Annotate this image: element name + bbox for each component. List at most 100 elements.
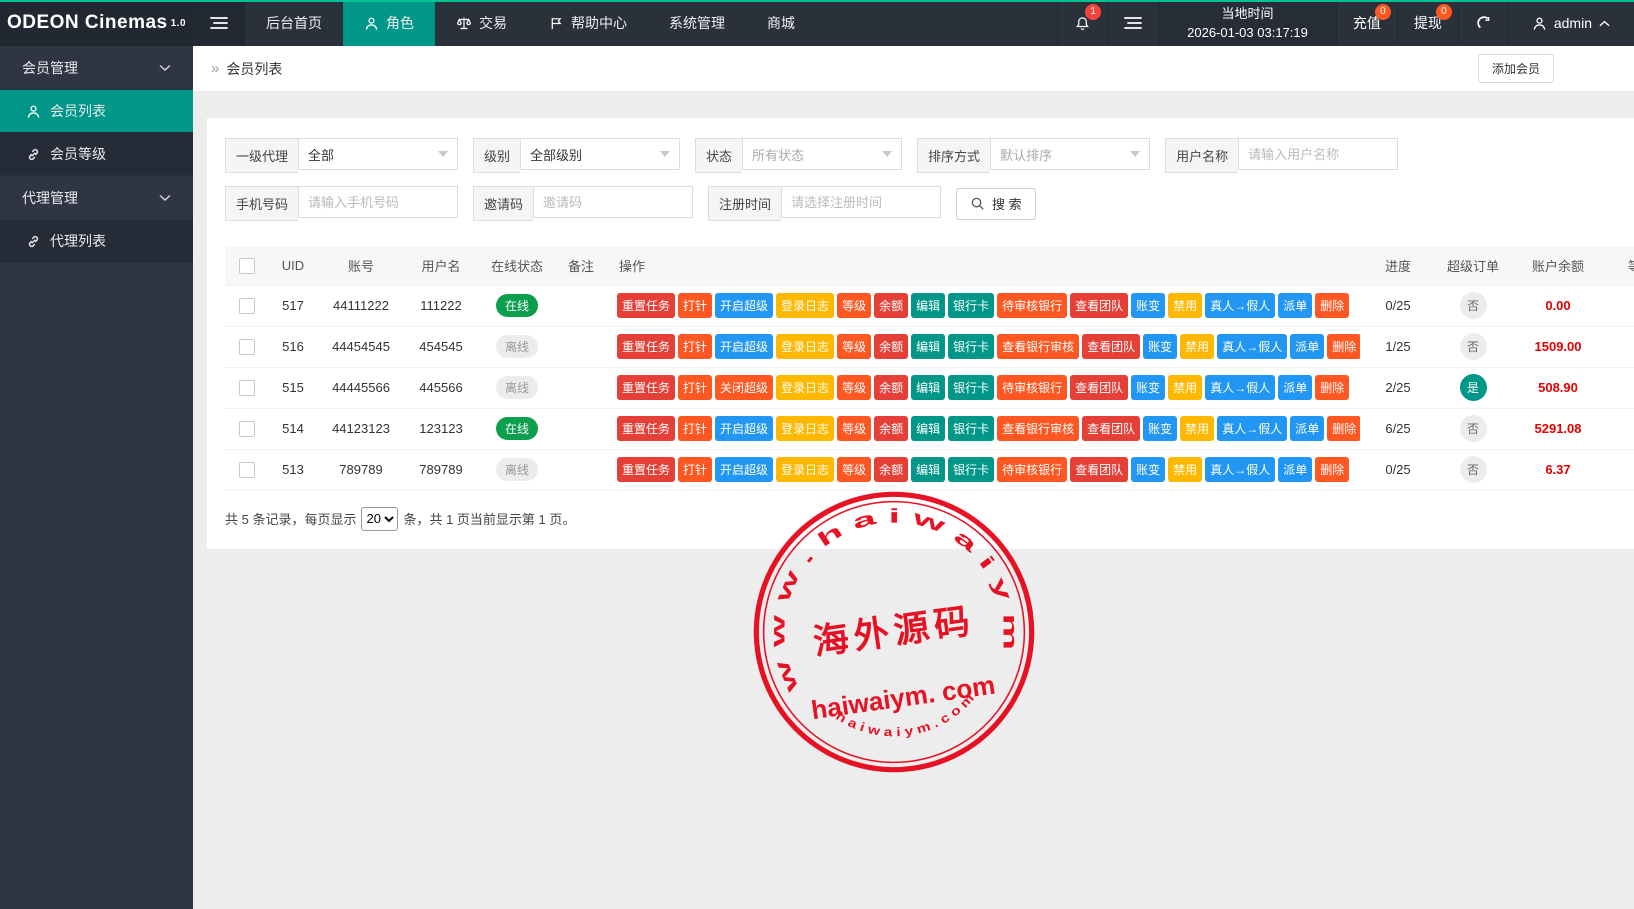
action-button[interactable]: 查看团队 [1070,457,1128,482]
action-button[interactable]: 禁用 [1180,334,1214,359]
action-button[interactable]: 重置任务 [617,375,675,400]
action-button[interactable]: 查看银行审核 [997,416,1079,441]
action-button[interactable]: 编辑 [911,416,945,441]
action-button[interactable]: 重置任务 [617,416,675,441]
action-button[interactable]: 开启超级 [715,293,773,318]
action-button[interactable]: 打针 [678,293,712,318]
action-button[interactable]: 开启超级 [715,457,773,482]
action-button[interactable]: 余额 [874,375,908,400]
action-button[interactable]: 余额 [874,334,908,359]
action-button[interactable]: 等级 [837,334,871,359]
sidebar-item-member-list[interactable]: 会员列表 [0,90,193,133]
action-button[interactable]: 余额 [874,293,908,318]
row-checkbox[interactable] [239,298,255,314]
action-button[interactable]: 登录日志 [776,375,834,400]
register-time-input[interactable] [781,186,941,218]
action-button[interactable]: 派单 [1290,416,1324,441]
action-button[interactable]: 开启超级 [715,334,773,359]
action-button[interactable]: 编辑 [911,457,945,482]
action-button[interactable]: 删除 [1327,416,1360,441]
phone-input[interactable] [298,186,458,218]
sidebar-group-agent-management[interactable]: 代理管理 [0,176,193,220]
action-button[interactable]: 银行卡 [948,457,994,482]
nav-item-transactions[interactable]: 交易 [435,0,528,46]
action-button[interactable]: 删除 [1315,375,1349,400]
action-button[interactable]: 等级 [837,416,871,441]
withdraw-button[interactable]: 提现 0 [1397,0,1458,46]
action-button[interactable]: 账变 [1143,416,1177,441]
action-button[interactable]: 登录日志 [776,334,834,359]
refresh-button[interactable] [1458,0,1507,46]
action-button[interactable]: 禁用 [1168,293,1202,318]
action-button[interactable]: 打针 [678,416,712,441]
invite-code-input[interactable] [533,186,693,218]
nav-item-dashboard[interactable]: 后台首页 [245,0,343,46]
recharge-button[interactable]: 充值 0 [1336,0,1397,46]
action-button[interactable]: 派单 [1278,457,1312,482]
action-button[interactable]: 派单 [1290,334,1324,359]
action-button[interactable]: 编辑 [911,375,945,400]
list-menu-button[interactable] [1107,0,1158,46]
sidebar-item-agent-list[interactable]: 代理列表 [0,220,193,263]
sidebar-group-member-management[interactable]: 会员管理 [0,46,193,90]
action-button[interactable]: 派单 [1278,293,1312,318]
notifications-button[interactable]: 1 [1057,0,1107,46]
action-button[interactable]: 重置任务 [617,457,675,482]
action-button[interactable]: 登录日志 [776,293,834,318]
action-button[interactable]: 开启超级 [715,416,773,441]
add-member-button[interactable]: 添加会员 [1478,54,1554,83]
action-button[interactable]: 编辑 [911,334,945,359]
username-input[interactable] [1238,138,1398,170]
action-button[interactable]: 真人→假人 [1205,457,1275,482]
action-button[interactable]: 等级 [837,293,871,318]
action-button[interactable]: 重置任务 [617,334,675,359]
row-checkbox[interactable] [239,421,255,437]
action-button[interactable]: 查看团队 [1082,334,1140,359]
first-agent-select[interactable]: 全部 [298,138,458,170]
sidebar-item-member-level[interactable]: 会员等级 [0,133,193,176]
action-button[interactable]: 真人→假人 [1205,375,1275,400]
action-button[interactable]: 查看银行审核 [997,334,1079,359]
nav-item-roles[interactable]: 角色 [343,0,435,46]
level-select[interactable]: 全部级别 [520,138,680,170]
action-button[interactable]: 登录日志 [776,416,834,441]
action-button[interactable]: 待审核银行 [997,375,1067,400]
nav-item-system[interactable]: 系统管理 [648,0,746,46]
action-button[interactable]: 打针 [678,375,712,400]
action-button[interactable]: 账变 [1131,293,1165,318]
nav-item-help-center[interactable]: 帮助中心 [528,0,648,46]
action-button[interactable]: 登录日志 [776,457,834,482]
action-button[interactable]: 待审核银行 [997,457,1067,482]
action-button[interactable]: 查看团队 [1082,416,1140,441]
nav-item-mall[interactable]: 商城 [746,0,816,46]
action-button[interactable]: 银行卡 [948,293,994,318]
action-button[interactable]: 重置任务 [617,293,675,318]
action-button[interactable]: 银行卡 [948,416,994,441]
action-button[interactable]: 等级 [837,375,871,400]
sort-select[interactable]: 默认排序 [990,138,1150,170]
action-button[interactable]: 删除 [1315,293,1349,318]
action-button[interactable]: 银行卡 [948,375,994,400]
action-button[interactable]: 查看团队 [1070,293,1128,318]
action-button[interactable]: 账变 [1143,334,1177,359]
sidebar-toggle-button[interactable] [193,0,245,46]
status-select[interactable]: 所有状态 [742,138,902,170]
action-button[interactable]: 禁用 [1168,457,1202,482]
action-button[interactable]: 银行卡 [948,334,994,359]
action-button[interactable]: 打针 [678,457,712,482]
action-button[interactable]: 派单 [1278,375,1312,400]
select-all-checkbox[interactable] [239,258,255,274]
action-button[interactable]: 真人→假人 [1205,293,1275,318]
action-button[interactable]: 等级 [837,457,871,482]
action-button[interactable]: 删除 [1327,334,1360,359]
row-checkbox[interactable] [239,462,255,478]
action-button[interactable]: 查看团队 [1070,375,1128,400]
action-button[interactable]: 账变 [1131,457,1165,482]
row-checkbox[interactable] [239,380,255,396]
action-button[interactable]: 真人→假人 [1217,416,1287,441]
action-button[interactable]: 禁用 [1168,375,1202,400]
action-button[interactable]: 余额 [874,416,908,441]
search-button[interactable]: 搜 索 [956,188,1036,220]
action-button[interactable]: 余额 [874,457,908,482]
action-button[interactable]: 打针 [678,334,712,359]
